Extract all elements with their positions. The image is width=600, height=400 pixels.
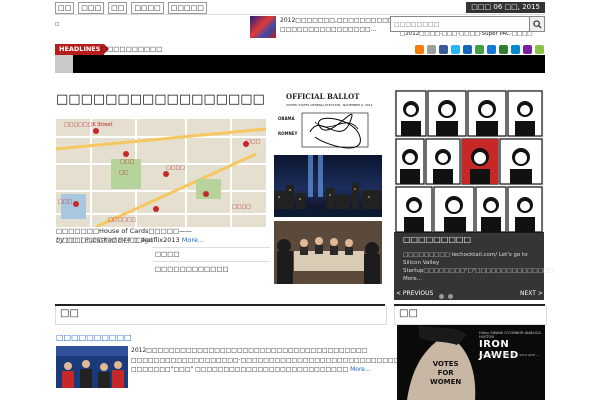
date-display: □□□ 06 □□, 2015: [466, 2, 545, 13]
social-share-icon[interactable]: [451, 45, 460, 54]
ad-brand: IRON JAWED: [479, 339, 519, 361]
slider-dot[interactable]: [439, 294, 444, 299]
map-label-6: □□□: [58, 199, 73, 205]
ad-slogan-2: FOR: [437, 369, 454, 377]
map-label-2: □□: [119, 170, 129, 176]
search-box: [390, 16, 545, 32]
scribble-icon: [301, 112, 369, 149]
social-share-icon[interactable]: [439, 45, 448, 54]
map-label-0: □□□□□□K Street: [64, 122, 113, 128]
small-bullet-icon: [55, 22, 59, 26]
article-more-link[interactable]: More...: [350, 366, 371, 373]
ad-names: Hilary SWANK O'CONNOR ANJELICA HUSTON: [479, 331, 541, 339]
nav-link-3[interactable]: □□□□: [131, 2, 164, 14]
social-share-icon[interactable]: [523, 45, 532, 54]
top-nav: □□ □□□ □□ □□□□ □□□□□: [55, 2, 207, 14]
ballot-thumbnail[interactable]: OFFICIAL BALLOT UNITED STATES GENERAL EL…: [274, 89, 382, 150]
social-share-icon[interactable]: [487, 45, 496, 54]
top-divider: [55, 14, 545, 15]
caption-more-link[interactable]: More...: [182, 236, 204, 244]
divider: [152, 261, 270, 262]
article-title-link[interactable]: □□□□□□□□□□: [56, 333, 132, 342]
nav-link-1[interactable]: □□□: [78, 2, 105, 14]
social-share-icon[interactable]: [463, 45, 472, 54]
related-link-0[interactable]: □□□□: [155, 250, 180, 258]
section-header-left: [55, 306, 387, 325]
ticker-thumbnail[interactable]: [250, 16, 276, 38]
slider-prev-button[interactable]: < PREVIOUS: [396, 290, 433, 297]
ballot-option-2: ROMNEY: [278, 131, 298, 136]
map-label-4: □□□: [246, 139, 261, 145]
map-label-3: □□□□: [166, 165, 185, 171]
headlines-label: HEADLINES: [55, 44, 110, 55]
ad-slogan: VOTES FOR WOMEN: [430, 360, 461, 387]
search-icon: [532, 19, 542, 29]
menu-toggle[interactable]: [55, 55, 73, 73]
nav-link-4[interactable]: □□□□□: [167, 2, 207, 14]
map-image[interactable]: □□□□□□K Street □□□ □□ □□□□ □□□ □□□□□□ □□…: [56, 119, 266, 227]
social-share-icon[interactable]: [415, 45, 424, 54]
ticker-text[interactable]: 2012□□□□□□□,□□□□□□□□□□□ □□□□□□□□□□□□□□□□…: [280, 16, 399, 34]
portrait-grid-image: [394, 89, 544, 234]
nav-link-2[interactable]: □□: [108, 2, 128, 14]
ad-banner[interactable]: VOTES FOR WOMEN Hilary SWANK O'CONNOR AN…: [397, 325, 545, 400]
slider-sub-line-2: Startup□□□□□□□□"□"□□□□□□□□□□□□□□□ More..…: [403, 268, 554, 282]
slider-dots: [439, 294, 453, 299]
main-article-title[interactable]: □□□□□□□□□□□□□□□□□: [56, 92, 265, 107]
section-title-right: □□: [399, 308, 418, 319]
related-link-1[interactable]: □□□□□□□□□□□□: [155, 265, 229, 273]
headlines-text[interactable]: □□□□□□□□□□: [101, 44, 162, 55]
slider-sub-line-1: □□□□□□□□□ techocktail.com/ Let's go to S…: [403, 252, 528, 266]
ad-slogan-1: VOTES: [432, 360, 459, 368]
social-share-icon[interactable]: [511, 45, 520, 54]
nav-link-0[interactable]: □□: [55, 2, 75, 14]
ticker-line-1: 2012□□□□□□□,□□□□□□□□□□□: [280, 17, 400, 24]
ballot-title: OFFICIAL BALLOT: [286, 92, 360, 101]
ad-tagline: Loud, Hollow and Ah... your god ...: [479, 353, 540, 357]
article-excerpt: 2012□□□□□□□□□□□□□□□□□□□□□□□□□□□□□□□□□□□□…: [131, 346, 496, 375]
article-thumbnail[interactable]: [56, 346, 128, 388]
skyline-thumbnail[interactable]: [274, 155, 382, 217]
byline: by □□ | Published 844 □ ago: [56, 236, 153, 244]
search-button[interactable]: [529, 17, 544, 31]
ballot-option-1: OBAMA: [278, 116, 295, 121]
map-label-7: □□□□: [232, 204, 251, 210]
social-share-icon[interactable]: [499, 45, 508, 54]
ad-slogan-3: WOMEN: [430, 378, 462, 386]
ticker-line-2: □□□□□□□□□□□□□□□□...: [280, 26, 377, 33]
social-share-icon[interactable]: [475, 45, 484, 54]
slider-title[interactable]: □□□□□□□□□: [403, 235, 471, 244]
divider: [152, 247, 270, 248]
search-input[interactable]: [391, 17, 529, 31]
dinner-thumbnail[interactable]: [274, 221, 382, 284]
map-label-5: □□□□□□: [108, 217, 137, 223]
main-nav-bar: [73, 55, 545, 73]
social-icons: [415, 45, 544, 54]
slider-subtext: □□□□□□□□□ techocktail.com/ Let's go to S…: [403, 251, 554, 283]
section-title-left: □□: [60, 308, 79, 319]
map-label-1: □□□: [120, 159, 135, 165]
slider-dot[interactable]: [448, 294, 453, 299]
slider-next-button[interactable]: NEXT >: [520, 290, 543, 297]
social-share-icon[interactable]: [535, 45, 544, 54]
social-share-icon[interactable]: [427, 45, 436, 54]
